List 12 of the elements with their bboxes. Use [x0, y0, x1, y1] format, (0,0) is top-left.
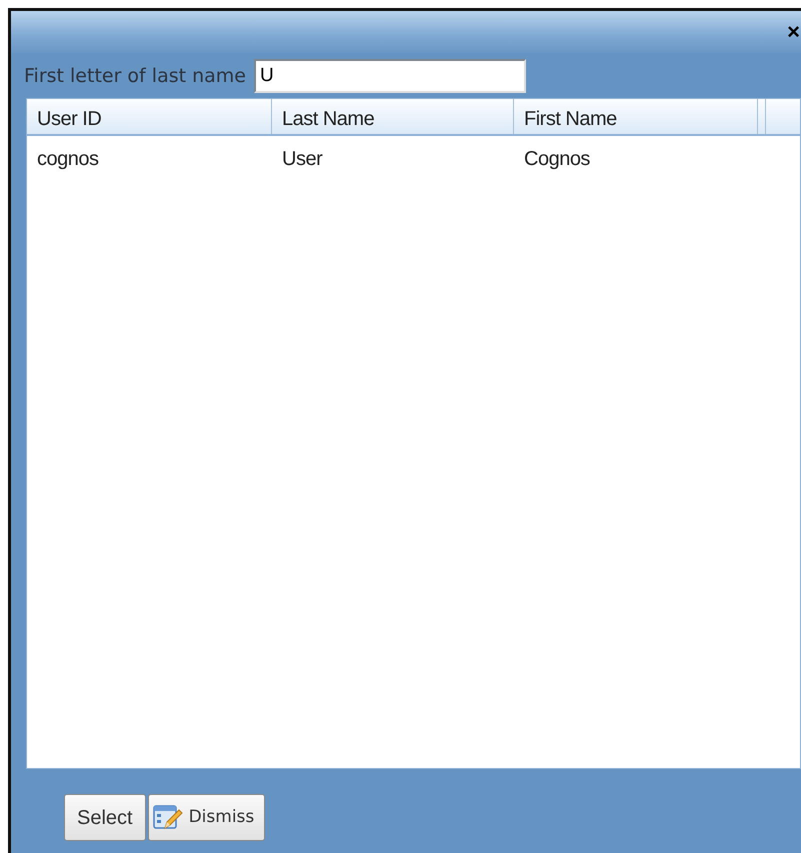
table-cell-text: Cognos [523, 147, 591, 172]
dialog-button[interactable]: Dismiss [148, 794, 266, 841]
dialog-button[interactable]: Select [64, 794, 146, 841]
close-button[interactable]: × [786, 21, 801, 43]
table-cell-text: User [281, 147, 324, 172]
last-name-field[interactable]: U [254, 59, 526, 93]
filter-label: First letter of last name [24, 64, 246, 89]
column-header[interactable]: First Name [514, 99, 758, 134]
table-cell-text: cognos [36, 147, 100, 172]
column-header[interactable]: Last Name [272, 99, 514, 134]
column-header[interactable]: User ID [27, 99, 272, 134]
form-pencil-icon [152, 804, 183, 832]
